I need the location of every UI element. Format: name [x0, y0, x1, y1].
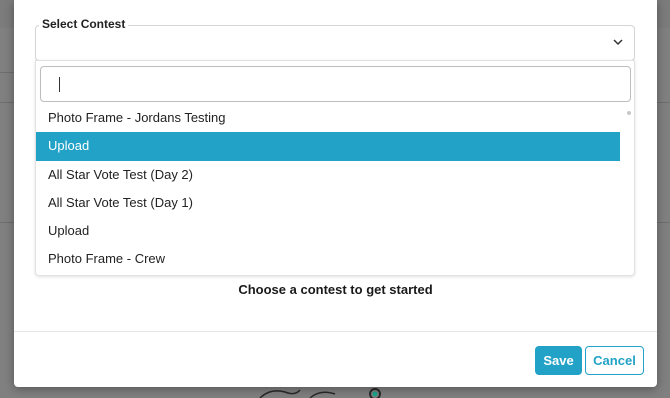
select-contest-label: Select Contest [39, 17, 129, 31]
cancel-button[interactable]: Cancel [585, 346, 644, 375]
contest-option-list: Photo Frame - Jordans Testing Upload All S… [36, 104, 620, 274]
contest-search-input[interactable] [41, 67, 630, 101]
footer-divider [14, 331, 657, 332]
contest-option[interactable]: All Star Vote Test (Day 2) [36, 161, 620, 189]
contest-option[interactable]: Photo Frame - Jordans Testing [36, 104, 620, 132]
background-divider [0, 72, 14, 73]
chevron-down-icon[interactable] [612, 37, 624, 47]
save-button[interactable]: Save [535, 346, 582, 375]
text-caret [59, 77, 60, 92]
choose-contest-prompt: Choose a contest to get started [238, 282, 433, 297]
contest-dropdown: Photo Frame - Jordans Testing Upload All S… [35, 60, 635, 276]
contest-option[interactable]: Upload [36, 132, 620, 161]
contest-option[interactable]: Photo Frame - Crew [36, 245, 620, 273]
scrollbar-thumb[interactable] [627, 111, 631, 115]
background-divider [0, 222, 14, 223]
background-divider [657, 222, 670, 223]
contest-option[interactable]: All Star Vote Test (Day 1) [36, 189, 620, 217]
background-illustration [259, 388, 381, 398]
select-contest-modal: Select Contest Photo Frame - Jordans Tes… [14, 0, 657, 387]
background-divider [0, 102, 14, 103]
contest-search-field[interactable] [40, 66, 631, 102]
dropdown-scrollbar[interactable] [624, 104, 634, 275]
background-divider [657, 102, 670, 103]
contest-option[interactable]: Upload [36, 217, 620, 245]
